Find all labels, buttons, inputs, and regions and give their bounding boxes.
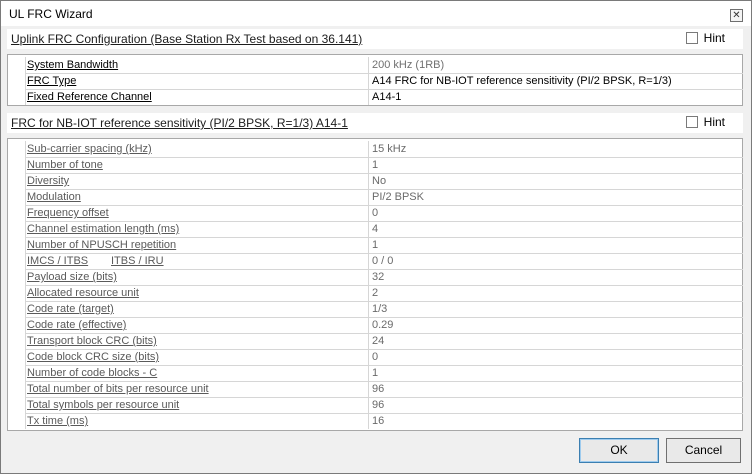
row-label: Total symbols per resource unit [27,399,180,411]
column-divider [25,57,26,105]
row-value: 1 [372,367,379,379]
table-row: IMCS / ITBS ITBS / IRU 0 / 0 [8,253,742,269]
row-label: IMCS / ITBS [27,255,89,267]
close-button[interactable]: ✕ [730,9,743,22]
table-row: Sub-carrier spacing (kHz) 15 kHz [8,141,742,157]
row-value: 96 [372,399,385,411]
close-icon: ✕ [732,10,741,21]
row-label: Allocated resource unit [27,287,139,299]
row-value: 96 [372,383,385,395]
checkbox-icon [685,32,698,44]
table-row: System Bandwidth 200 kHz (1RB) [8,57,742,73]
row-label: Number of tone [27,159,103,171]
table-row: Frequency offset 0 [8,205,742,221]
row-label: Code rate (effective) [27,319,127,331]
row-value: 16 [372,415,385,427]
checkbox-icon [685,116,698,128]
table-row: Channel estimation length (ms) 4 [8,221,742,237]
row-label: Transport block CRC (bits) [27,335,157,347]
section2-header: FRC for NB-IOT reference sensitivity (PI… [7,113,743,133]
row-label: Code block CRC size (bits) [27,351,160,363]
row-label-secondary: ITBS / IRU [111,255,164,267]
row-label: Code rate (target) [27,303,114,315]
table-row: Modulation PI/2 BPSK [8,189,742,205]
ul-frc-wizard-window: UL FRC Wizard ✕ Uplink FRC Configuration… [0,0,752,474]
table-row: Total symbols per resource unit 96 [8,397,742,413]
row-value: 200 kHz (1RB) [372,59,445,71]
section2-title[interactable]: FRC for NB-IOT reference sensitivity (PI… [11,116,348,130]
row-label: Number of NPUSCH repetition [27,239,177,251]
row-label[interactable]: Fixed Reference Channel [27,91,152,103]
row-value: 4 [372,223,379,235]
section1-header: Uplink FRC Configuration (Base Station R… [7,29,743,49]
hint-label: Hint [703,31,725,45]
row-label: Payload size (bits) [27,271,117,283]
table-row: Number of tone 1 [8,157,742,173]
row-value: No [372,175,387,187]
section2-panel: Sub-carrier spacing (kHz) 15 kHz Number o… [7,138,743,431]
row-label: Diversity [27,175,70,187]
title-bar: UL FRC Wizard ✕ [1,1,751,26]
row-value: 1 [372,239,379,251]
table-row: Code rate (effective) 0.29 [8,317,742,333]
column-divider [368,57,369,105]
section2-hint-checkbox[interactable]: Hint [685,115,725,129]
row-value: 24 [372,335,385,347]
row-label: Sub-carrier spacing (kHz) [27,143,152,155]
table-row: Tx time (ms) 16 [8,413,742,429]
row-value: 2 [372,287,379,299]
table-row: FRC Type A14 FRC for NB-IOT reference se… [8,73,742,89]
row-value[interactable]: A14 FRC for NB-IOT reference sensitivity… [372,75,672,87]
row-value: 0 / 0 [372,255,394,267]
row-label: Number of code blocks - C [27,367,158,379]
row-value[interactable]: A14-1 [372,91,401,103]
hint-label: Hint [703,115,725,129]
row-value: 1/3 [372,303,388,315]
row-label[interactable]: FRC Type [27,75,76,87]
row-value: 15 kHz [372,143,407,155]
table-row: Payload size (bits) 32 [8,269,742,285]
cancel-button[interactable]: Cancel [666,438,741,463]
section1-title[interactable]: Uplink FRC Configuration (Base Station R… [11,32,362,46]
row-label: Frequency offset [27,207,109,219]
row-value: PI/2 BPSK [372,191,424,203]
window-title: UL FRC Wizard [9,7,93,21]
table-row: Number of NPUSCH repetition 1 [8,237,742,253]
table-row: Allocated resource unit 2 [8,285,742,301]
section1-panel: System Bandwidth 200 kHz (1RB) FRC Type … [7,54,743,106]
table-row: Transport block CRC (bits) 24 [8,333,742,349]
row-label: Tx time (ms) [27,415,89,427]
table-row: Total number of bits per resource unit 96 [8,381,742,397]
table-row: Code block CRC size (bits) 0 [8,349,742,365]
row-value: 0 [372,351,379,363]
row-value: 0 [372,207,379,219]
table-row: Code rate (target) 1/3 [8,301,742,317]
row-value: 1 [372,159,379,171]
row-label: Channel estimation length (ms) [27,223,180,235]
row-value: 32 [372,271,385,283]
row-value: 0.29 [372,319,394,331]
table-row: Number of code blocks - C 1 [8,365,742,381]
row-label: Total number of bits per resource unit [27,383,209,395]
table-row: Diversity No [8,173,742,189]
table-row: Fixed Reference Channel A14-1 [8,89,742,105]
row-label[interactable]: System Bandwidth [27,59,118,71]
row-label: Modulation [27,191,81,203]
section1-hint-checkbox[interactable]: Hint [685,31,725,45]
ok-button[interactable]: OK [579,438,659,463]
